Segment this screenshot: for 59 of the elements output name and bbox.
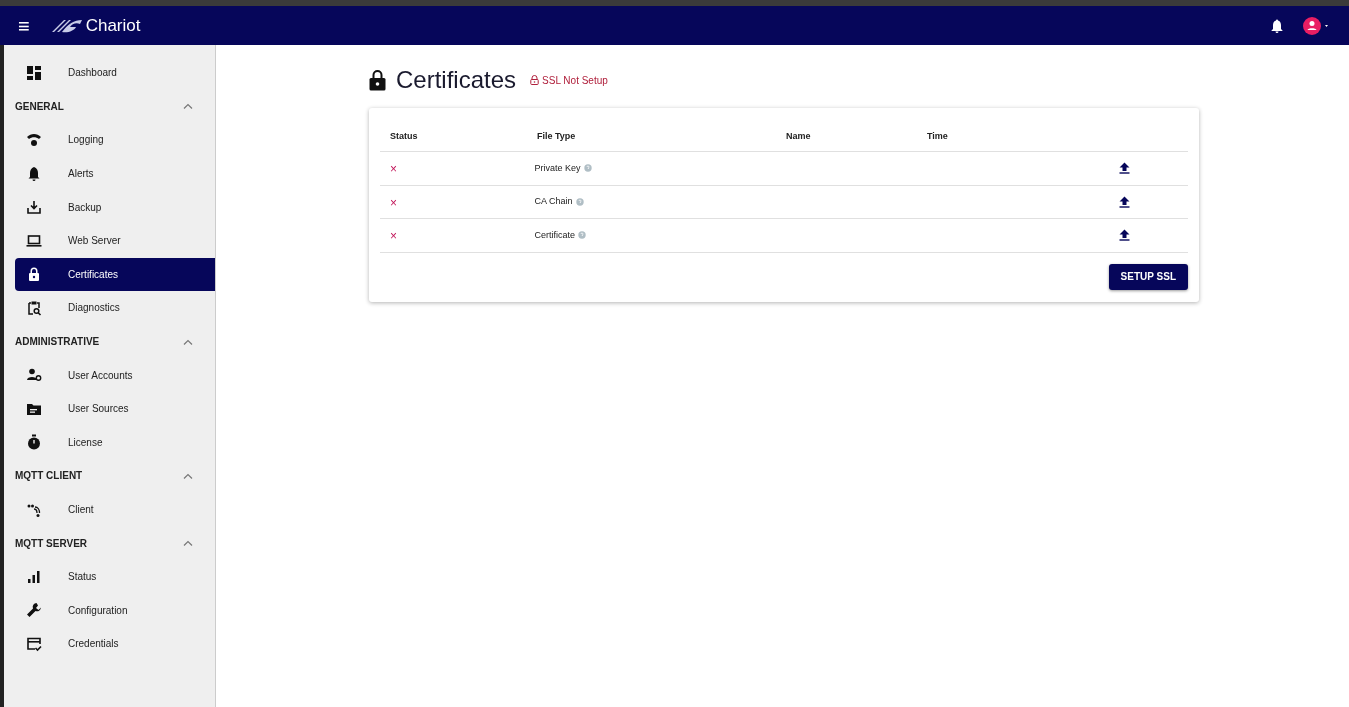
- signal-bars-icon: [26, 568, 42, 585]
- sidebar-item[interactable]: Dashboard: [15, 56, 215, 90]
- sidebar-item[interactable]: Web Server: [15, 223, 215, 258]
- menu-icon[interactable]: ≡: [18, 15, 30, 36]
- column-header: Time: [926, 129, 949, 143]
- setup-ssl-button[interactable]: SETUP SSL: [1108, 263, 1188, 290]
- lock-icon: [26, 266, 42, 283]
- lock-icon: [369, 69, 386, 91]
- sidebar-item[interactable]: Credentials: [15, 627, 215, 661]
- column-header: File Type: [536, 129, 577, 143]
- clipboard-search-icon: [26, 299, 42, 316]
- sidebar-item[interactable]: License: [15, 425, 215, 460]
- wrench-icon: [26, 602, 42, 619]
- sidebar-item[interactable]: Logging: [15, 123, 215, 157]
- dashboard-icon: [26, 64, 42, 81]
- upload-icon[interactable]: [1119, 229, 1131, 242]
- sidebar-item[interactable]: User Sources: [15, 391, 215, 426]
- sidebar-item[interactable]: Diagnostics: [15, 291, 215, 325]
- avatar-icon[interactable]: [1303, 16, 1329, 35]
- lock-icon: [530, 75, 540, 85]
- laptop-icon: [26, 232, 42, 249]
- sidebar-item[interactable]: Status: [15, 559, 215, 594]
- bell-icon[interactable]: [1271, 18, 1283, 33]
- sidebar-item[interactable]: Client: [15, 492, 215, 527]
- wifi-icon: [26, 132, 42, 148]
- sidebar-item[interactable]: User Accounts: [15, 358, 215, 392]
- section-header: MQTT CLIENT: [15, 469, 84, 484]
- upload-icon[interactable]: [1119, 195, 1131, 208]
- column-header: Status: [389, 129, 419, 143]
- status-mark: ×: [390, 229, 397, 244]
- download-icon: [26, 199, 42, 216]
- help-icon[interactable]: [578, 231, 587, 240]
- stopwatch-icon: [26, 434, 42, 451]
- column-header: Name: [785, 129, 812, 143]
- sidebar-item[interactable]: Alerts: [15, 156, 215, 191]
- chevron-icon[interactable]: [183, 472, 193, 479]
- section-header: ADMINISTRATIVE: [15, 335, 101, 350]
- brand-name: Chariot: [85, 14, 141, 37]
- card-check-icon: [26, 635, 42, 652]
- status-mark: ×: [390, 195, 397, 210]
- chevron-icon[interactable]: [183, 540, 193, 547]
- page-title: Certificates: [396, 68, 517, 92]
- table-cell-text: Private Key: [534, 161, 581, 175]
- chevron-icon[interactable]: [183, 103, 193, 110]
- badge-text: SSL Not Setup: [542, 73, 608, 88]
- sidebar-item[interactable]: Configuration: [15, 593, 215, 628]
- status-mark: ×: [390, 162, 397, 177]
- sidebar-item[interactable]: Backup: [15, 190, 215, 224]
- user-gear-icon: [26, 367, 42, 384]
- section-header: MQTT SERVER: [15, 536, 89, 551]
- help-icon[interactable]: [583, 164, 592, 173]
- help-icon[interactable]: [575, 197, 584, 206]
- section-header: GENERAL: [15, 99, 65, 114]
- chevron-icon[interactable]: [183, 338, 193, 345]
- table-cell-text: Certificate: [534, 228, 576, 242]
- upload-icon[interactable]: [1119, 162, 1131, 175]
- bell-icon: [26, 165, 42, 182]
- sidebar-item[interactable]: Certificates: [15, 257, 215, 292]
- table-cell: CA Chain: [534, 195, 573, 209]
